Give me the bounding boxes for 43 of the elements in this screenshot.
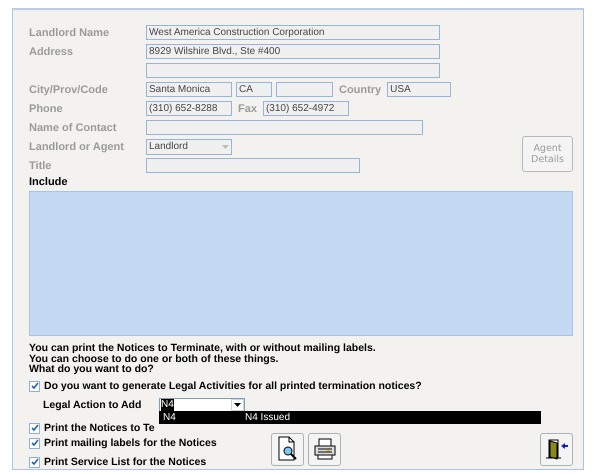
checkbox-label: Do you want to generate Legal Activities for all printed termination notices?: [44, 380, 422, 392]
printer-icon: [312, 438, 336, 460]
text-field[interactable]: [146, 158, 360, 173]
field-label: Title: [29, 160, 52, 172]
caret-icon: [222, 144, 229, 148]
field-label: Name of Contact: [29, 122, 118, 134]
text-field[interactable]: [146, 120, 423, 135]
checkbox[interactable]: [29, 438, 40, 448]
checkbox-label: Print mailing labels for the Notices: [44, 437, 217, 449]
legal-action-dropdown[interactable]: N4: [159, 398, 245, 412]
field-label: City/Prov/Code: [29, 84, 109, 96]
field-label: Landlord Name: [29, 26, 110, 38]
text-field[interactable]: CA: [236, 82, 272, 97]
text-field[interactable]: West America Construction Corporation: [146, 25, 440, 40]
field-label: Legal Action to Add: [43, 399, 142, 411]
text-field[interactable]: (310) 652-8288: [146, 101, 232, 116]
field-label: Landlord or Agent: [29, 140, 125, 152]
field-label: Fax: [237, 102, 258, 114]
dropdown-field[interactable]: Landlord: [146, 138, 232, 154]
exit-button[interactable]: [540, 432, 573, 466]
print-button[interactable]: [308, 432, 341, 466]
field-label: Phone: [29, 102, 64, 114]
include-label: Include: [29, 176, 69, 188]
checkbox[interactable]: [29, 456, 40, 468]
magnifier-document-icon: [276, 436, 300, 462]
checkbox-label: Print the Notices to Te: [44, 422, 155, 434]
checkbox[interactable]: [29, 422, 40, 434]
caret-icon: [234, 403, 241, 407]
text-field[interactable]: (310) 652-4972: [262, 101, 349, 116]
text-field[interactable]: [276, 82, 333, 97]
preview-button[interactable]: [271, 432, 304, 466]
text-field[interactable]: [146, 63, 440, 78]
instruction-text: You can choose to do one or both of these things.: [29, 354, 280, 364]
field-label: Country: [338, 84, 382, 96]
text-field[interactable]: 8929 Wilshire Blvd., Ste #400: [146, 44, 440, 59]
checkbox[interactable]: [29, 380, 40, 392]
instruction-text: You can print the Notices to Terminate, with or without mailing labels.: [29, 343, 377, 354]
text-field[interactable]: USA: [387, 82, 452, 97]
door-exit-icon: [544, 437, 568, 461]
text-field[interactable]: Santa Monica: [146, 82, 232, 97]
field-label: Address: [29, 46, 74, 58]
checkbox-label: Print Service List for the Notices: [44, 456, 206, 468]
instruction-text: What do you want to do?: [29, 364, 155, 374]
